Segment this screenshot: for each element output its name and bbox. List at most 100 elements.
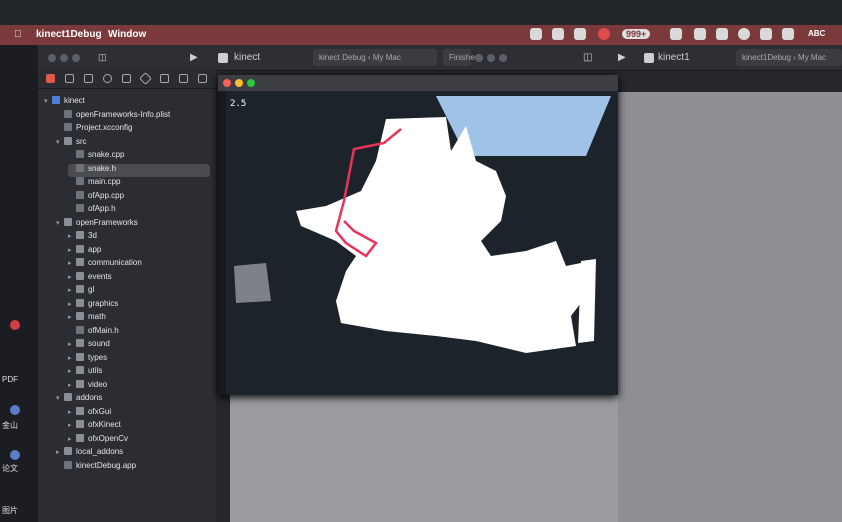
status-icon-2[interactable] (552, 28, 564, 40)
navigator-item[interactable]: ofMain.h (68, 325, 210, 339)
minimize-button[interactable] (60, 54, 68, 62)
destination-tab[interactable]: kinect Debug › My Mac (313, 49, 437, 66)
disclosure-triangle-icon[interactable]: ▸ (68, 421, 76, 429)
volume-icon[interactable] (782, 28, 794, 40)
disclosure-triangle-icon[interactable]: ▸ (68, 381, 76, 389)
disclosure-triangle-icon[interactable]: ▾ (56, 138, 64, 146)
navigator-item[interactable]: ▾ kinect (44, 96, 210, 109)
navigator-item[interactable]: main.cpp (68, 177, 210, 190)
navigator-item[interactable]: ▸ utils (68, 366, 210, 379)
wechat-icon[interactable] (670, 28, 682, 40)
destination-tab-2[interactable]: kinect1Debug › My Mac (736, 49, 842, 66)
sidebar-toggle-icon[interactable]: ◫ (98, 52, 107, 63)
debug-navigator-icon[interactable] (160, 74, 169, 83)
run-button-2[interactable]: ▶ (618, 52, 626, 63)
navigator-item[interactable]: ofApp.h (68, 204, 210, 217)
clock-icon[interactable] (760, 28, 772, 40)
navigator-item[interactable]: ▾ openFrameworks (56, 217, 210, 231)
navigator-item[interactable]: ▸ ofxGui (68, 406, 210, 420)
navigator-item[interactable]: ▸ local_addons (56, 447, 210, 460)
disclosure-triangle-icon[interactable]: ▸ (68, 367, 76, 375)
menu-bar:  kinect1Debug Window 999+ ABC (0, 25, 842, 45)
desktop-icon-1[interactable] (10, 320, 20, 330)
disclosure-triangle-icon[interactable]: ▾ (56, 219, 64, 227)
navigator-item[interactable]: Project.xcconfig (56, 123, 210, 136)
navigator-item[interactable]: snake.h (68, 163, 210, 177)
run-button[interactable]: ▶ (190, 52, 198, 63)
disclosure-triangle-icon[interactable]: ▸ (68, 408, 76, 416)
navigator-item[interactable]: openFrameworks-Info.plist (56, 109, 210, 123)
shield-icon[interactable] (716, 28, 728, 40)
report-navigator-icon[interactable] (198, 74, 207, 83)
window-menu[interactable]: Window (108, 29, 146, 40)
desktop-icon-3[interactable] (10, 450, 20, 460)
issue-navigator-icon[interactable] (122, 74, 131, 83)
navigator-item[interactable]: ▸ graphics (68, 298, 210, 312)
navigator-item[interactable]: ▸ 3d (68, 231, 210, 244)
navigator-item-label: ofApp.cpp (88, 190, 125, 200)
navigator-item[interactable]: ▸ video (68, 379, 210, 393)
notification-badge[interactable]: 999+ (622, 29, 651, 39)
navigator-item[interactable]: ▸ events (68, 271, 210, 285)
disclosure-triangle-icon[interactable]: ▸ (68, 340, 76, 348)
zoom-button[interactable] (72, 54, 80, 62)
app-menu[interactable]: kinect1Debug (36, 29, 102, 40)
navigator-item[interactable]: ▾ addons (56, 393, 210, 406)
disclosure-triangle-icon[interactable]: ▸ (68, 259, 76, 267)
test-navigator-icon[interactable] (139, 72, 152, 85)
app-icon[interactable] (738, 28, 750, 40)
navigator-item[interactable]: ▸ app (68, 244, 210, 258)
navigator-item[interactable]: ▸ ofxOpenCv (68, 433, 210, 447)
disclosure-triangle-icon[interactable]: ▾ (56, 394, 64, 402)
sidebar-toggle-icon-2[interactable]: ◫ (583, 52, 592, 63)
disclosure-triangle-icon[interactable]: ▸ (68, 273, 76, 281)
scheme-label[interactable]: kinect (234, 52, 260, 63)
navigator-item[interactable]: ▸ sound (68, 339, 210, 352)
folder-icon (76, 298, 84, 307)
disclosure-triangle-icon[interactable]: ▸ (68, 286, 76, 294)
status-icon-3[interactable] (574, 28, 586, 40)
app-zoom-button[interactable] (247, 79, 255, 87)
navigator-item[interactable]: ▸ types (68, 352, 210, 366)
breakpoint-navigator-icon[interactable] (179, 74, 188, 83)
cloud-icon[interactable] (694, 28, 706, 40)
project-navigator-icon[interactable] (46, 74, 55, 83)
tab-label: My Mac (372, 53, 401, 62)
navigator-item-label: communication (88, 258, 142, 267)
navigator-item[interactable]: ▸ gl (68, 285, 210, 298)
desktop-icon-2[interactable] (10, 405, 20, 415)
disclosure-triangle-icon[interactable]: ▸ (68, 300, 76, 308)
scheme-label-2[interactable]: kinect1 (658, 52, 690, 63)
disclosure-triangle-icon[interactable]: ▸ (68, 246, 76, 254)
window2-minimize[interactable] (487, 54, 495, 62)
disclosure-triangle-icon[interactable]: ▾ (44, 97, 52, 105)
navigator-item[interactable]: kinectDebug.app (56, 460, 210, 474)
navigator-item[interactable]: snake.cpp (68, 150, 210, 163)
app-close-button[interactable] (223, 79, 231, 87)
status-icon-1[interactable] (530, 28, 542, 40)
navigator-item[interactable]: ▸ math (68, 312, 210, 325)
record-icon[interactable] (598, 28, 610, 40)
input-method[interactable]: ABC (808, 29, 825, 38)
disclosure-triangle-icon[interactable]: ▸ (56, 448, 64, 456)
status-tab[interactable]: Finished (443, 49, 479, 66)
source-control-icon[interactable] (65, 74, 74, 83)
app-minimize-button[interactable] (235, 79, 243, 87)
navigator-item[interactable]: ▾ src (56, 136, 210, 150)
close-button[interactable] (48, 54, 56, 62)
navigator-item[interactable]: ▸ ofxKinect (68, 420, 210, 433)
symbol-navigator-icon[interactable] (84, 74, 93, 83)
disclosure-triangle-icon[interactable]: ▸ (68, 232, 76, 240)
disclosure-triangle-icon[interactable]: ▸ (68, 435, 76, 443)
window2-close[interactable] (475, 54, 483, 62)
scheme-icon-2 (644, 53, 654, 63)
disclosure-triangle-icon[interactable]: ▸ (68, 313, 76, 321)
window2-zoom[interactable] (499, 54, 507, 62)
navigator-item[interactable]: ofApp.cpp (68, 190, 210, 204)
search-icon[interactable] (103, 74, 112, 83)
folder-icon (64, 393, 72, 401)
disclosure-triangle-icon[interactable]: ▸ (68, 354, 76, 362)
navigator-item-label: ofMain.h (88, 325, 119, 335)
navigator-item[interactable]: ▸ communication (68, 258, 210, 271)
apple-icon[interactable]:  (14, 29, 22, 40)
